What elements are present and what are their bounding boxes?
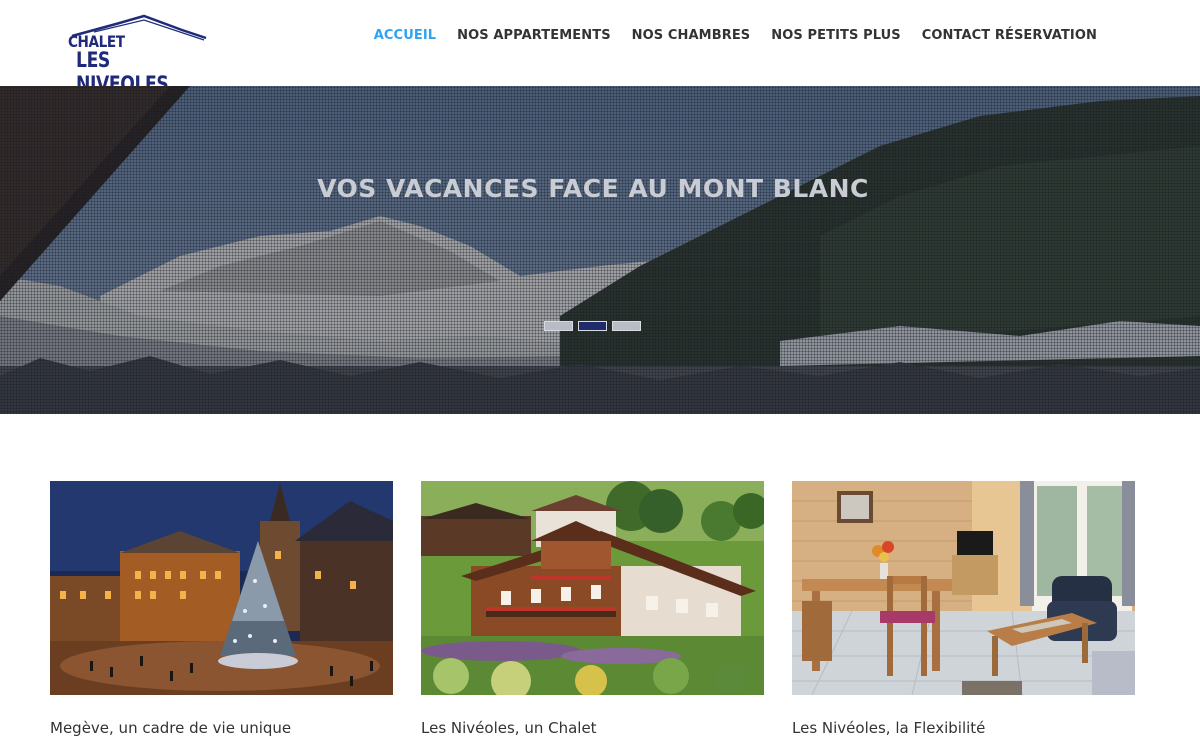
slider-dot-1[interactable] [544, 321, 573, 331]
nav-item-petits-plus[interactable]: NOS PETITS PLUS [771, 28, 900, 43]
card-chalet[interactable]: Les Nivéoles, un Chalet [421, 481, 764, 737]
card-image-interior[interactable] [792, 481, 1135, 695]
card-image-megeve[interactable] [50, 481, 393, 695]
slider-dot-2[interactable] [578, 321, 607, 331]
slider-dot-3[interactable] [612, 321, 641, 331]
nav-item-appartements[interactable]: NOS APPARTEMENTS [457, 28, 611, 43]
card-flexibilite[interactable]: Les Nivéoles, la Flexibilité [792, 481, 1135, 737]
card-title-megeve[interactable]: Megève, un cadre de vie unique [50, 719, 393, 737]
slider-pagination [544, 321, 641, 331]
hero-dot-overlay [0, 86, 1200, 414]
card-megeve[interactable]: Megève, un cadre de vie unique [50, 481, 393, 737]
main-nav: ACCUEIL NOS APPARTEMENTS NOS CHAMBRES NO… [353, 28, 1097, 43]
hero-slider: VOS VACANCES FACE AU MONT BLANC [0, 86, 1200, 414]
card-title-flexibilite[interactable]: Les Nivéoles, la Flexibilité [792, 719, 1135, 737]
nav-item-accueil[interactable]: ACCUEIL [374, 28, 436, 43]
nav-item-chambres[interactable]: NOS CHAMBRES [632, 28, 751, 43]
card-image-chalet[interactable] [421, 481, 764, 695]
card-title-chalet[interactable]: Les Nivéoles, un Chalet [421, 719, 764, 737]
site-header: CHALET LES NIVEOLES ACCUEIL NOS APPARTEM… [0, 0, 1200, 96]
site-logo[interactable]: CHALET LES NIVEOLES [64, 10, 214, 96]
hero-title: VOS VACANCES FACE AU MONT BLANC [317, 174, 869, 203]
nav-item-contact-reservation[interactable]: CONTACT RÉSERVATION [922, 28, 1097, 43]
